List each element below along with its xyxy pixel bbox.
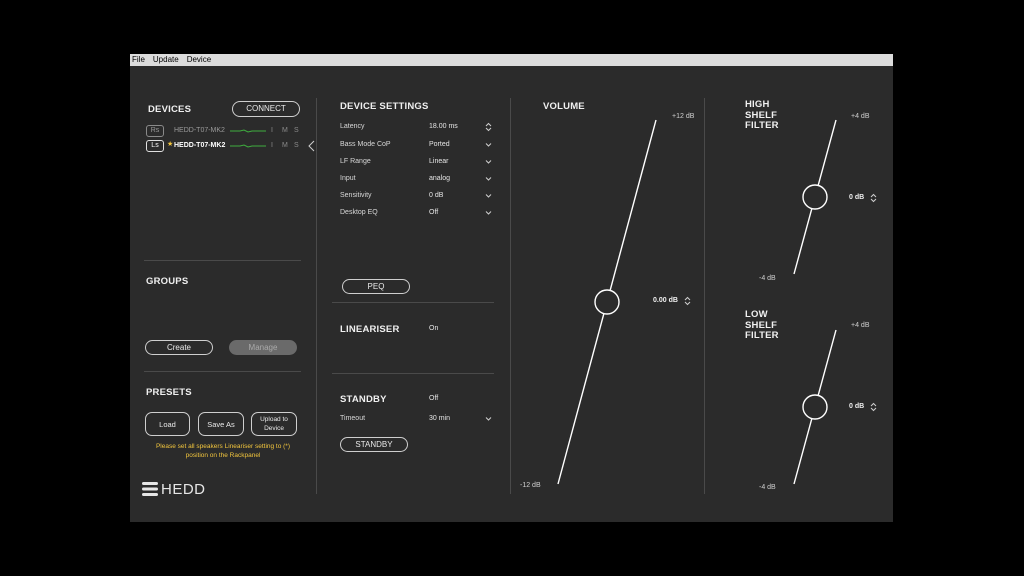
volume-slider-knob[interactable] [594, 289, 620, 315]
sensitivity-label: Sensitivity [340, 192, 372, 199]
hedd-logo-text: HEDD [161, 481, 206, 498]
divider [332, 373, 494, 374]
device-identify-button[interactable]: I [271, 142, 273, 149]
chevron-down-icon[interactable] [485, 159, 492, 165]
create-group-button[interactable]: Create [145, 340, 213, 355]
volume-min-label: -12 dB [520, 482, 541, 489]
low-shelf-stepper[interactable] [870, 402, 877, 413]
groups-title: GROUPS [146, 276, 189, 287]
menu-file[interactable]: File [132, 55, 145, 64]
divider [144, 371, 301, 372]
divider [144, 260, 301, 261]
divider [332, 302, 494, 303]
high-shelf-slider[interactable] [790, 116, 840, 278]
desktop-eq-select[interactable]: Off [429, 209, 438, 216]
chevron-down-icon[interactable] [485, 142, 492, 148]
preset-warning-text: Please set all speakers Lineariser setti… [155, 443, 291, 459]
device-solo-button[interactable]: S [294, 127, 299, 134]
manage-groups-button[interactable]: Manage [229, 340, 297, 355]
high-shelf-stepper[interactable] [870, 193, 877, 204]
bass-mode-select[interactable]: Ported [429, 141, 450, 148]
peq-button[interactable]: PEQ [342, 279, 410, 294]
devices-title: DEVICES [148, 104, 192, 115]
device-identify-button[interactable]: I [271, 127, 273, 134]
standby-title: STANDBY [340, 394, 387, 405]
volume-max-label: +12 dB [672, 113, 695, 120]
low-shelf-slider[interactable] [790, 326, 840, 488]
latency-value[interactable]: 18.00 ms [429, 123, 458, 130]
device-row-ls[interactable]: Ls ★ HEDD-T07-MK2 I M S [146, 140, 316, 152]
app-window: File Update Device DEVICES CONNECT Rs HEDD… [130, 54, 893, 522]
high-shelf-slider-knob[interactable] [802, 184, 828, 210]
divider [704, 98, 705, 494]
timeout-select[interactable]: 30 min [429, 415, 450, 422]
save-as-preset-button[interactable]: Save As [198, 412, 244, 436]
device-row-rs[interactable]: Rs HEDD-T07-MK2 I M S [146, 125, 316, 137]
signal-meter-icon [230, 144, 266, 148]
menu-device[interactable]: Device [187, 55, 211, 64]
lf-range-select[interactable]: Linear [429, 158, 448, 165]
hedd-logo-icon [142, 482, 158, 496]
menu-bar: File Update Device [130, 54, 893, 66]
high-shelf-value[interactable]: 0 dB [849, 194, 864, 201]
menu-update[interactable]: Update [153, 55, 179, 64]
low-shelf-value[interactable]: 0 dB [849, 403, 864, 410]
high-shelf-title: HIGH SHELF FILTER [745, 99, 779, 131]
signal-meter-icon [230, 129, 266, 133]
device-settings-title: DEVICE SETTINGS [340, 101, 429, 112]
desktop-eq-label: Desktop EQ [340, 209, 378, 216]
chevron-down-icon[interactable] [485, 210, 492, 216]
divider [510, 98, 511, 494]
device-name: HEDD-T07-MK2 [174, 127, 225, 134]
low-shelf-title: LOW SHELF FILTER [745, 309, 779, 341]
volume-stepper[interactable] [684, 296, 691, 307]
chevron-left-icon[interactable] [307, 140, 315, 152]
chevron-down-icon[interactable] [485, 193, 492, 199]
standby-value[interactable]: Off [429, 395, 438, 402]
sensitivity-select[interactable]: 0 dB [429, 192, 443, 199]
device-tag: Rs [146, 125, 164, 137]
lineariser-value[interactable]: On [429, 325, 438, 332]
timeout-label: Timeout [340, 415, 366, 422]
device-tag: Ls [146, 140, 164, 152]
bass-mode-label: Bass Mode CoP [340, 141, 391, 148]
connect-button[interactable]: CONNECT [232, 101, 300, 117]
device-solo-button[interactable]: S [294, 142, 299, 149]
divider [316, 98, 317, 494]
device-mute-button[interactable]: M [282, 142, 288, 149]
high-shelf-min-label: -4 dB [759, 275, 776, 282]
lf-range-label: LF Range [340, 158, 371, 165]
low-shelf-max-label: +4 dB [851, 322, 870, 329]
input-select[interactable]: analog [429, 175, 450, 182]
volume-title: VOLUME [543, 101, 585, 112]
device-name: HEDD-T07-MK2 [174, 142, 226, 149]
star-icon: ★ [167, 141, 174, 148]
input-label: Input [340, 175, 356, 182]
volume-slider[interactable] [550, 114, 660, 489]
low-shelf-min-label: -4 dB [759, 484, 776, 491]
load-preset-button[interactable]: Load [145, 412, 190, 436]
upload-to-device-button[interactable]: Upload to Device [251, 412, 297, 436]
volume-value[interactable]: 0.00 dB [653, 297, 678, 304]
high-shelf-max-label: +4 dB [851, 113, 870, 120]
latency-label: Latency [340, 123, 365, 130]
low-shelf-slider-knob[interactable] [802, 394, 828, 420]
device-mute-button[interactable]: M [282, 127, 288, 134]
latency-stepper[interactable] [485, 122, 492, 133]
chevron-down-icon[interactable] [485, 416, 492, 422]
chevron-down-icon[interactable] [485, 176, 492, 182]
presets-title: PRESETS [146, 387, 192, 398]
lineariser-title: LINEARISER [340, 324, 400, 335]
standby-button[interactable]: STANDBY [340, 437, 408, 452]
